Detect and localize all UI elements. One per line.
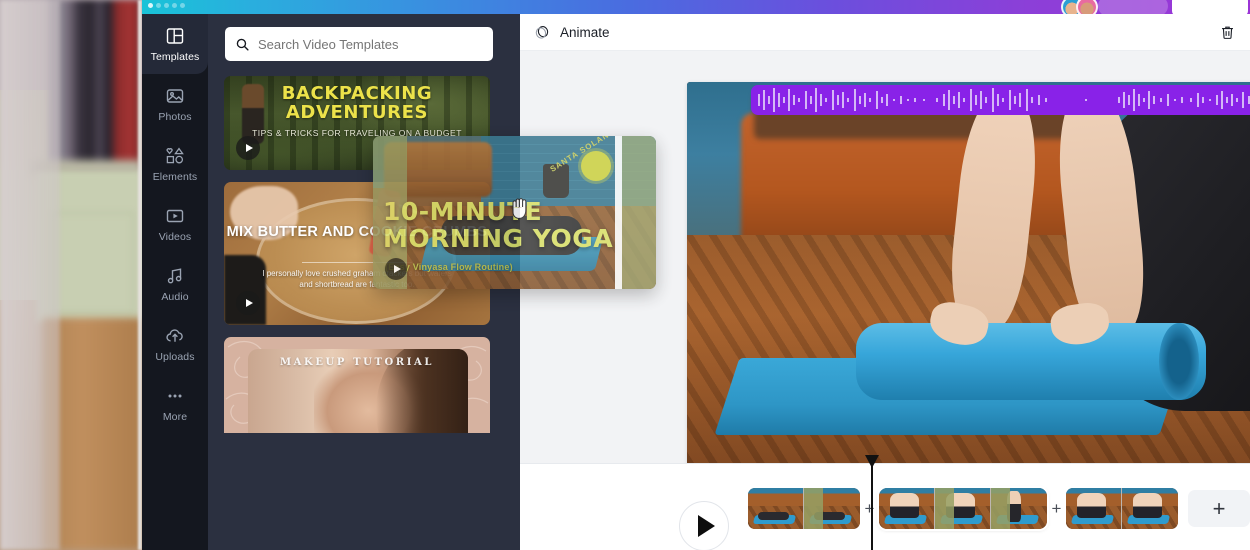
backdrop-wall-panel <box>52 212 134 314</box>
clip-frame <box>991 488 1047 529</box>
search-input[interactable] <box>258 36 483 52</box>
more-icon <box>165 386 185 406</box>
videos-icon <box>165 206 185 226</box>
sidebar-item-videos[interactable]: Videos <box>142 194 208 254</box>
sidebar-item-elements[interactable]: Elements <box>142 134 208 194</box>
video-preview[interactable] <box>687 82 1250 465</box>
scene-yoga-mat-roll <box>855 323 1206 400</box>
add-transition-button[interactable]: + <box>860 500 879 517</box>
audio-track[interactable] <box>751 85 1250 115</box>
header-logo <box>148 3 185 8</box>
app-header-bar <box>142 0 1250 18</box>
template-card-makeup[interactable]: MAKEUP TUTORIAL <box>224 337 490 433</box>
clip-frame <box>879 488 935 529</box>
play-icon[interactable] <box>385 258 407 280</box>
dragged-template-preview[interactable]: SANTA SOLANA 10-MINUTE MORNING YOGA (Eas… <box>373 136 656 289</box>
playhead-marker[interactable] <box>865 455 879 550</box>
clip-frame <box>1122 488 1178 529</box>
search-box[interactable] <box>225 27 493 61</box>
sidebar-item-label: Videos <box>158 230 192 243</box>
sidebar-item-more[interactable]: More <box>142 374 208 434</box>
app-window: Templates Photos Elements Videos Audio U… <box>142 0 1250 550</box>
templates-icon <box>165 26 185 46</box>
clip-frame <box>804 488 860 529</box>
sidebar-rail: Templates Photos Elements Videos Audio U… <box>142 14 208 550</box>
uploads-icon <box>165 326 185 346</box>
elements-icon <box>165 146 185 166</box>
play-button[interactable] <box>679 501 729 550</box>
backdrop-bookshelf <box>48 0 140 168</box>
add-transition-button[interactable]: + <box>1047 500 1066 517</box>
sidebar-item-uploads[interactable]: Uploads <box>142 314 208 374</box>
add-clip-button[interactable]: + <box>1188 490 1250 527</box>
backdrop-haze <box>0 0 60 550</box>
play-icon[interactable] <box>236 291 260 315</box>
delete-button[interactable] <box>1219 24 1236 41</box>
timeline-clip-2[interactable] <box>877 486 1049 531</box>
sidebar-item-label: Uploads <box>155 350 195 363</box>
timeline-clips: + + + <box>748 486 1250 531</box>
clip-frame <box>1066 488 1122 529</box>
video-editor-app: Templates Photos Elements Videos Audio U… <box>0 0 1250 550</box>
logo-dot <box>172 3 177 8</box>
logo-dot <box>148 3 153 8</box>
grab-hand-cursor <box>508 194 534 224</box>
animate-icon <box>535 25 549 39</box>
logo-dot <box>180 3 185 8</box>
trash-icon <box>1222 26 1233 39</box>
photos-icon <box>165 86 185 106</box>
timeline: + + + <box>520 463 1250 550</box>
template-title: BACKPACKING ADVENTURES <box>281 83 433 123</box>
audio-icon <box>165 266 185 286</box>
timeline-clip-1[interactable] <box>748 488 860 529</box>
sidebar-item-label: Audio <box>161 290 189 303</box>
sidebar-item-audio[interactable]: Audio <box>142 254 208 314</box>
timeline-clip-3[interactable] <box>1066 488 1178 529</box>
sidebar-item-label: Templates <box>150 50 200 63</box>
play-icon[interactable] <box>236 136 260 160</box>
sidebar-item-templates[interactable]: Templates <box>142 14 208 74</box>
editor-toolbar: Animate <box>520 14 1250 51</box>
animate-label: Animate <box>560 24 610 40</box>
logo-dot <box>164 3 169 8</box>
sidebar-item-label: Photos <box>158 110 192 123</box>
clip-frame <box>935 488 991 529</box>
clip-frame <box>748 488 804 529</box>
sidebar-item-label: More <box>162 410 188 423</box>
search-icon <box>236 38 249 51</box>
sidebar-item-photos[interactable]: Photos <box>142 74 208 134</box>
animate-button[interactable]: Animate <box>534 24 610 41</box>
sidebar-item-label: Elements <box>152 170 198 183</box>
search-container <box>225 27 493 61</box>
audio-waveform <box>758 88 1250 112</box>
scene-yoga-mat-end <box>1159 323 1200 400</box>
logo-dot <box>156 3 161 8</box>
template-title: MAKEUP TUTORIAL <box>280 357 434 368</box>
